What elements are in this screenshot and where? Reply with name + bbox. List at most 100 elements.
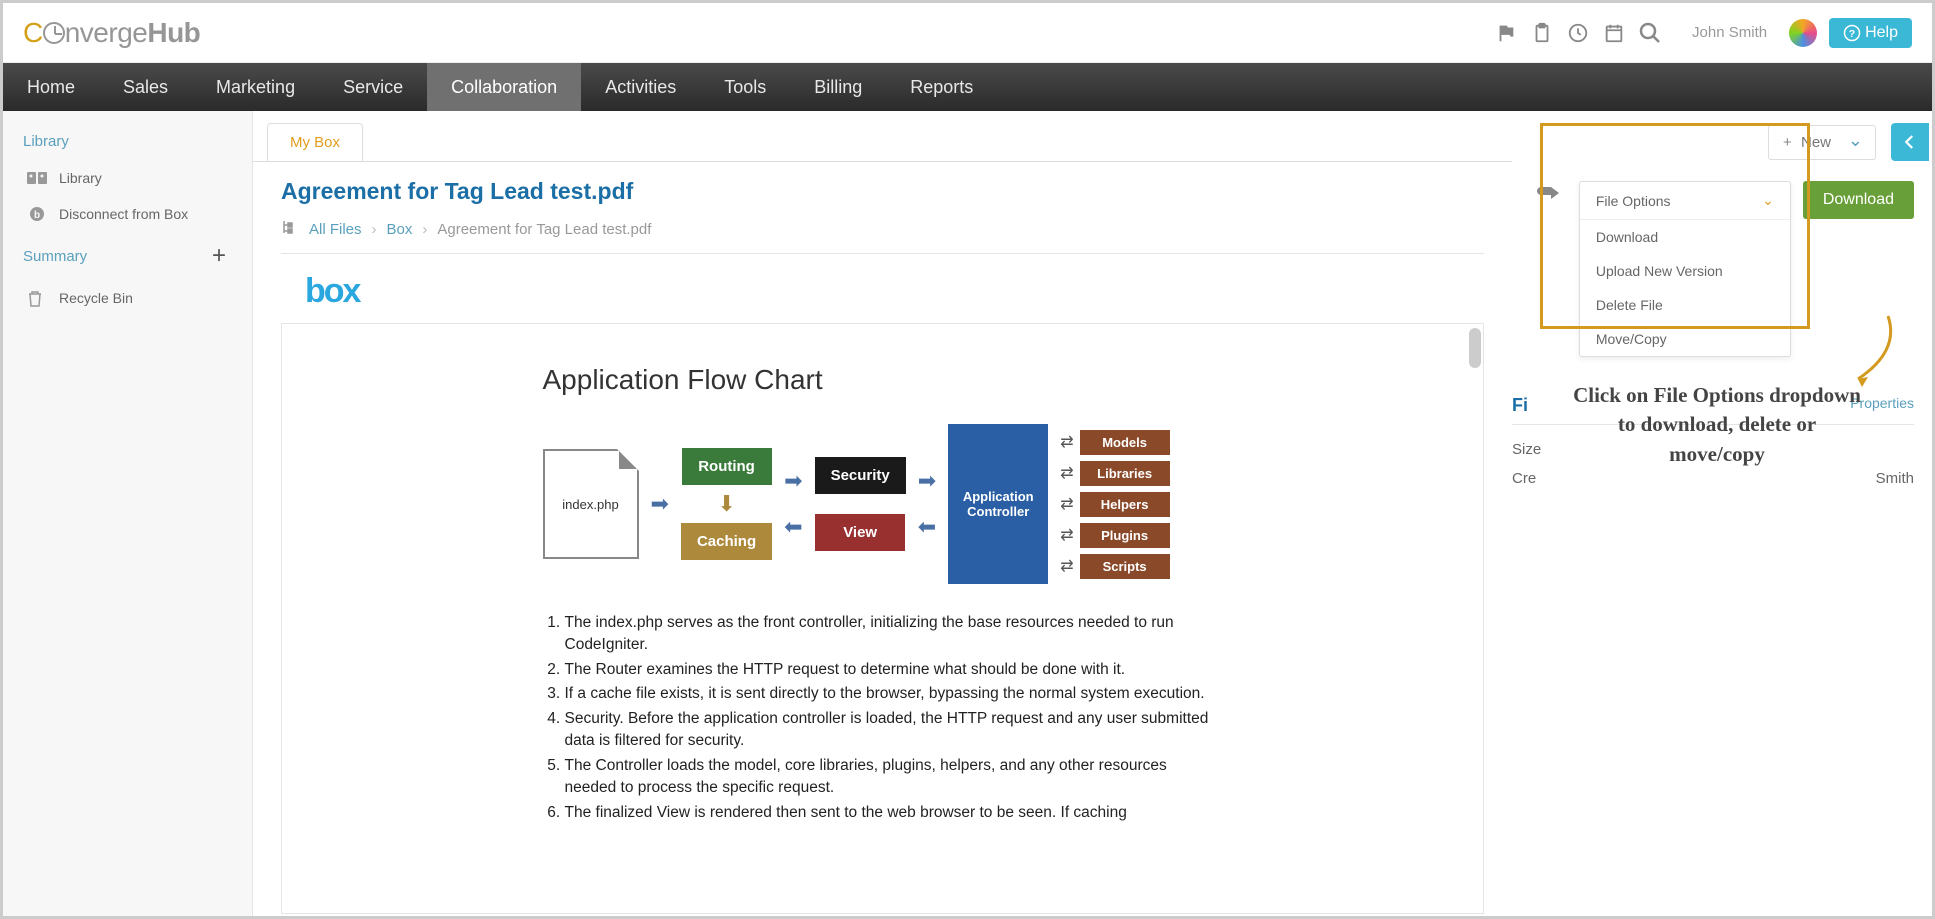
flow-security: Security (815, 457, 906, 494)
back-button[interactable] (1535, 183, 1563, 214)
double-arrow-icon: ⇄ (1060, 494, 1069, 514)
tab-my-box[interactable]: My Box (267, 123, 363, 161)
arrow-left-icon: ⬅ (918, 514, 936, 540)
flow-routing: Routing (682, 448, 772, 485)
page-title: Agreement for Tag Lead test.pdf (281, 178, 1484, 205)
nav-reports[interactable]: Reports (886, 63, 997, 111)
file-option-move-copy[interactable]: Move/Copy (1580, 322, 1790, 356)
nav-billing[interactable]: Billing (790, 63, 886, 111)
clipboard-icon[interactable] (1530, 21, 1554, 45)
file-option-delete[interactable]: Delete File (1580, 288, 1790, 322)
flow-index-file: index.php (543, 449, 639, 559)
main: My Box Agreement for Tag Lead test.pdf A… (253, 111, 1932, 916)
sidebar-item-recycle[interactable]: Recycle Bin (3, 280, 252, 316)
box-logo: box (305, 272, 1484, 311)
sidebar-item-disconnect[interactable]: b Disconnect from Box (3, 196, 252, 232)
flow-app-controller: Application Controller (948, 424, 1048, 584)
doc-list-item: The Controller loads the model, core lib… (565, 755, 1223, 800)
library-icon (27, 170, 47, 186)
sidebar-item-label: Disconnect from Box (59, 206, 188, 222)
sidebar-summary-header[interactable]: Summary (23, 248, 87, 265)
collapse-button[interactable] (1891, 123, 1929, 161)
box-disconnect-icon: b (27, 206, 47, 222)
breadcrumb-current: Agreement for Tag Lead test.pdf (437, 221, 651, 238)
nav-marketing[interactable]: Marketing (192, 63, 319, 111)
annotation-text: Click on File Options dropdown to downlo… (1512, 381, 1922, 469)
flow-libraries: Libraries (1080, 461, 1170, 486)
flow-plugins: Plugins (1080, 523, 1170, 548)
file-options-label: File Options (1596, 193, 1671, 209)
sidebar-item-library[interactable]: Library (3, 160, 252, 196)
flag-icon[interactable] (1494, 21, 1518, 45)
doc-list-item: If a cache file exists, it is sent direc… (565, 683, 1223, 705)
arrow-right-icon: ➡ (918, 468, 936, 494)
logo[interactable]: CnvergeHub (23, 17, 200, 49)
topbar-right: John Smith ? Help (1494, 18, 1912, 48)
flow-view: View (815, 514, 905, 551)
chevron-right-icon: › (422, 221, 427, 238)
download-button[interactable]: Download (1803, 181, 1914, 219)
svg-text:b: b (34, 210, 40, 221)
nav-collaboration[interactable]: Collaboration (427, 63, 581, 111)
nav-sales[interactable]: Sales (99, 63, 192, 111)
doc-list-item: Security. Before the application control… (565, 708, 1223, 753)
nav-service[interactable]: Service (319, 63, 427, 111)
doc-list: The index.php serves as the front contro… (543, 612, 1223, 824)
doc-list-item: The index.php serves as the front contro… (565, 612, 1223, 657)
calendar-icon[interactable] (1602, 21, 1626, 45)
breadcrumb: All Files › Box › Agreement for Tag Lead… (281, 219, 1484, 254)
double-arrow-icon: ⇄ (1060, 463, 1069, 483)
content: Library Library b Disconnect from Box Su… (3, 111, 1932, 916)
help-button[interactable]: ? Help (1829, 18, 1912, 48)
nav-activities[interactable]: Activities (581, 63, 700, 111)
help-label: Help (1865, 24, 1898, 42)
sidebar-item-label: Recycle Bin (59, 290, 133, 306)
chevron-down-icon: ⌄ (1762, 192, 1774, 209)
right-panel: New File Options ⌄ Download Upload New V… (1512, 111, 1932, 916)
sidebar-item-label: Library (59, 170, 102, 186)
username-label: John Smith (1692, 24, 1767, 41)
breadcrumb-box[interactable]: Box (387, 221, 413, 238)
flow-helpers: Helpers (1080, 492, 1170, 517)
flow-diagram: index.php ➡ Routing ⬇ Caching ➡ ⬅ (543, 424, 1223, 584)
document-viewer[interactable]: Application Flow Chart index.php ➡ Routi… (281, 323, 1484, 914)
doc-title: Application Flow Chart (543, 364, 1223, 396)
center-body: Agreement for Tag Lead test.pdf All File… (253, 161, 1512, 914)
arrow-right-icon: ➡ (784, 468, 802, 494)
doc-list-item: The Router examines the HTTP request to … (565, 659, 1223, 681)
arrow-left-icon: ⬅ (784, 514, 802, 540)
chevron-right-icon: › (372, 221, 377, 238)
clock-icon[interactable] (1566, 21, 1590, 45)
double-arrow-icon: ⇄ (1060, 556, 1069, 576)
file-options-dropdown[interactable]: File Options ⌄ Download Upload New Versi… (1579, 181, 1791, 357)
nav-tools[interactable]: Tools (700, 63, 790, 111)
double-arrow-icon: ⇄ (1060, 432, 1069, 452)
file-option-download[interactable]: Download (1580, 220, 1790, 254)
new-button[interactable]: New (1768, 125, 1876, 160)
svg-text:?: ? (1849, 27, 1855, 39)
main-nav: Home Sales Marketing Service Collaborati… (3, 63, 1932, 111)
flow-caching: Caching (681, 523, 772, 560)
tree-icon (281, 219, 299, 239)
arrow-down-icon: ⬇ (717, 491, 735, 517)
sidebar: Library Library b Disconnect from Box Su… (3, 111, 253, 916)
add-summary-button[interactable]: + (212, 242, 226, 270)
center-panel: My Box Agreement for Tag Lead test.pdf A… (253, 111, 1512, 916)
annotation-arrow-icon (1828, 311, 1908, 391)
breadcrumb-all-files[interactable]: All Files (309, 221, 362, 238)
scrollbar[interactable] (1469, 328, 1481, 368)
tabs: My Box (253, 123, 1512, 161)
flow-scripts: Scripts (1080, 554, 1170, 579)
arrow-right-icon: ➡ (651, 491, 669, 517)
trash-icon (27, 290, 47, 306)
nav-home[interactable]: Home (3, 63, 99, 111)
file-option-upload[interactable]: Upload New Version (1580, 254, 1790, 288)
topbar: CnvergeHub John Smith ? Help (3, 3, 1932, 63)
doc-list-item: The finalized View is rendered then sent… (565, 802, 1223, 824)
document-page: Application Flow Chart index.php ➡ Routi… (493, 324, 1273, 913)
search-icon[interactable] (1638, 21, 1662, 45)
file-options-toggle[interactable]: File Options ⌄ (1580, 182, 1790, 220)
avatar[interactable] (1789, 19, 1817, 47)
sidebar-library-header[interactable]: Library (3, 123, 252, 160)
flow-models: Models (1080, 430, 1170, 455)
